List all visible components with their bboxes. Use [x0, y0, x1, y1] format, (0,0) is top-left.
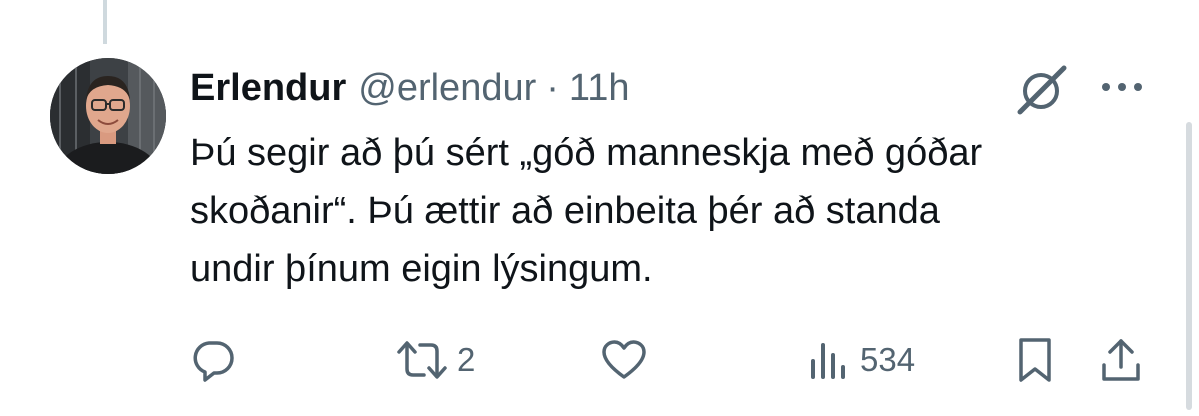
reply-button[interactable]: [190, 330, 236, 390]
views-button[interactable]: 534: [806, 330, 915, 390]
scrollbar[interactable]: [1186, 122, 1192, 410]
tweet-header: Erlendur @erlendur · 11h: [190, 66, 630, 110]
share-button[interactable]: [1098, 330, 1144, 390]
tweet-text-line: Þú segir að þú sért „góð manneskja með g…: [190, 132, 983, 174]
thread-connector-line: [103, 0, 107, 44]
author-handle[interactable]: @erlendur: [358, 66, 536, 110]
repost-count: 2: [457, 341, 476, 378]
repost-button[interactable]: 2: [395, 330, 475, 390]
tweet-text: Þú segir að þú sért „góð manneskja með g…: [190, 124, 1150, 298]
bookmark-icon: [1019, 338, 1051, 382]
like-button[interactable]: [600, 330, 648, 390]
repost-icon: [397, 341, 447, 379]
heart-icon: [602, 340, 646, 379]
reply-icon: [193, 341, 234, 382]
tweet-timestamp[interactable]: 11h: [569, 66, 630, 110]
share-icon: [1102, 339, 1140, 381]
tweet-text-line: skoðanir“. Þú ættir að einbeita þér að s…: [190, 190, 940, 232]
header-separator: ·: [546, 67, 559, 109]
views-count: 534: [860, 341, 916, 378]
more-dots-icon[interactable]: [1098, 72, 1146, 102]
tweet-action-bar: 2 534: [0, 330, 1199, 390]
tweet-text-line: undir þínum eigin lýsingum.: [190, 248, 653, 290]
author-name[interactable]: Erlendur: [190, 66, 346, 110]
avatar[interactable]: [50, 58, 166, 174]
grok-icon[interactable]: [1014, 64, 1070, 116]
views-chart-icon: [811, 343, 845, 379]
avatar-photo: [50, 58, 166, 174]
bookmark-button[interactable]: [1012, 330, 1058, 390]
